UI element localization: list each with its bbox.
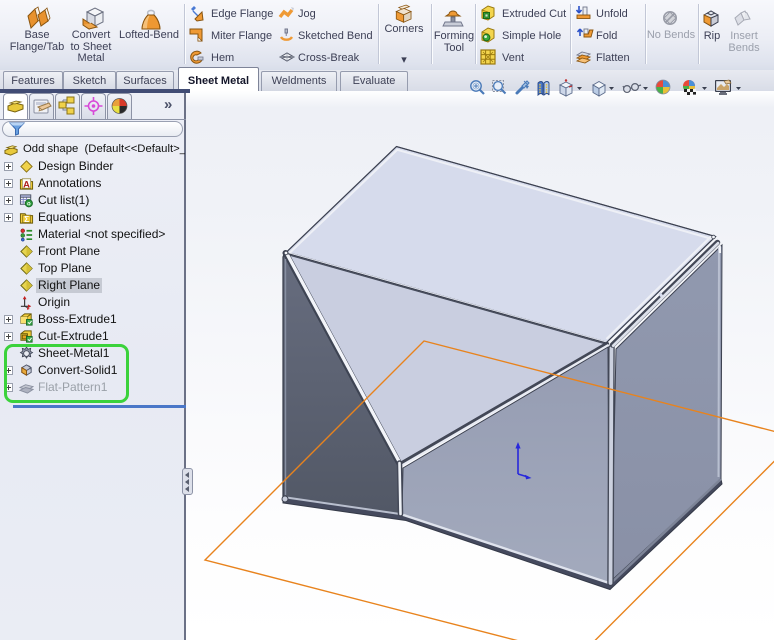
svg-text:♻: ♻ (27, 201, 32, 207)
svg-text:Σ: Σ (24, 214, 29, 224)
svg-text:A: A (23, 179, 30, 189)
